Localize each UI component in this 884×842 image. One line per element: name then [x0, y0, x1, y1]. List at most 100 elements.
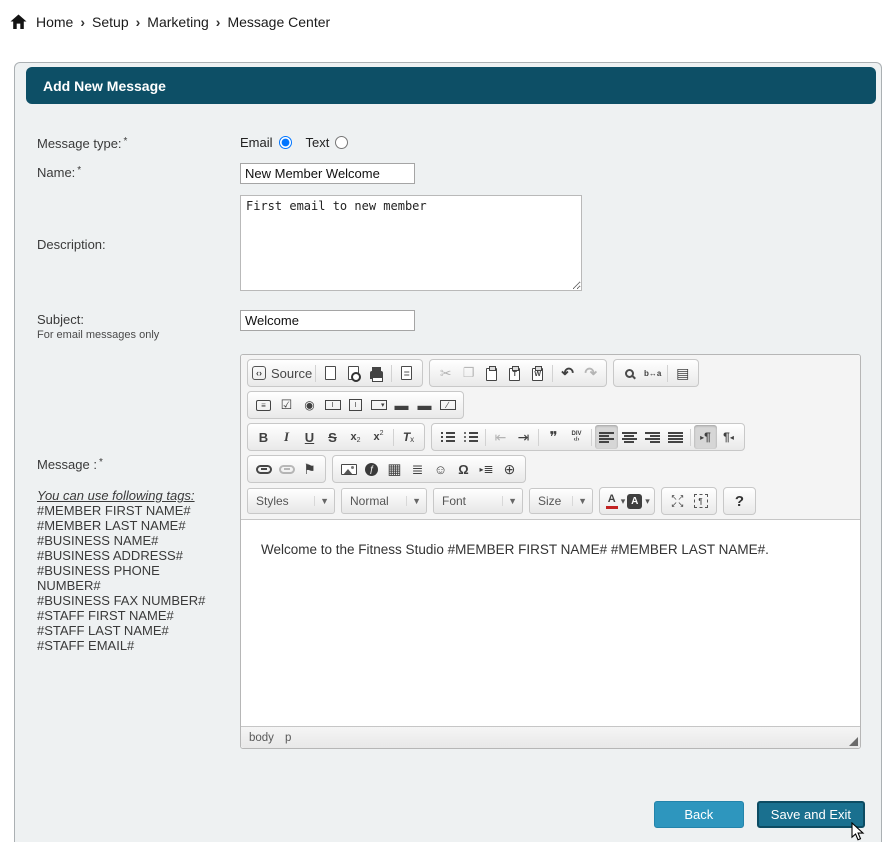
message-type-radio-email[interactable] [279, 136, 292, 149]
flash-icon [365, 463, 378, 476]
toolbar-button-link[interactable] [252, 457, 275, 481]
description-textarea[interactable]: First email to new member [240, 195, 582, 291]
toolbar-button-paste[interactable] [480, 361, 503, 385]
path-item-body[interactable]: body [249, 732, 274, 744]
toolbar-button-align-justify[interactable] [664, 425, 687, 449]
toolbar-button-align-right[interactable] [641, 425, 664, 449]
toolbar-separator [315, 365, 316, 382]
breadcrumb-item-message-center[interactable]: Message Center [227, 14, 330, 30]
message-type-radio-text[interactable] [335, 136, 348, 149]
toolbar-button-bold[interactable] [252, 425, 275, 449]
toolbar-button-image[interactable] [337, 457, 360, 481]
toolbar-group [613, 359, 699, 387]
toolbar-button-about[interactable] [728, 489, 751, 513]
breadcrumb-item-setup[interactable]: Setup [92, 14, 129, 30]
format-dropdown[interactable]: Normal▼ [341, 488, 427, 514]
toolbar-button-bulleted-list[interactable] [459, 425, 482, 449]
toolbar-button-select-all[interactable] [671, 361, 694, 385]
toolbar-button-special-character[interactable] [452, 457, 475, 481]
editor-resize-handle[interactable] [849, 737, 858, 746]
strikethrough-icon [328, 430, 337, 445]
toolbar-button-new-page[interactable] [319, 361, 342, 385]
templates-icon [401, 366, 412, 380]
underline-icon [305, 430, 314, 445]
toolbar-button-text-direction-rtl[interactable] [717, 425, 740, 449]
toolbar-button-image-button[interactable] [413, 393, 436, 417]
italic-icon [284, 429, 289, 445]
editor-toolbar: SourceStyles▼Normal▼Font▼Size▼▾▾ [241, 355, 860, 520]
save-and-exit-button[interactable]: Save and Exit [757, 801, 865, 828]
name-input[interactable] [240, 163, 415, 184]
breadcrumb-separator: › [216, 14, 221, 30]
breadcrumb-item-marketing[interactable]: Marketing [147, 14, 208, 30]
toolbar-button-remove-format[interactable] [397, 425, 420, 449]
subscript-icon [350, 430, 360, 444]
toolbar-button-preview[interactable] [342, 361, 365, 385]
toolbar-button-textarea-field[interactable] [344, 393, 367, 417]
toolbar-button-radio-button[interactable] [298, 393, 321, 417]
editor-paragraph[interactable]: Welcome to the Fitness Studio #MEMBER FI… [261, 542, 840, 557]
back-button[interactable]: Back [654, 801, 744, 828]
toolbar-button-find[interactable] [618, 361, 641, 385]
print-icon [370, 371, 383, 379]
toolbar-button-subscript[interactable] [344, 425, 367, 449]
toolbar-button-text-direction-ltr[interactable] [694, 425, 717, 449]
cut-icon [440, 365, 452, 382]
tags-list: #MEMBER FIRST NAME##MEMBER LAST NAME##BU… [37, 503, 219, 653]
toolbar-button-undo[interactable] [556, 361, 579, 385]
toolbar-button-button-field[interactable] [390, 393, 413, 417]
home-icon[interactable] [10, 14, 27, 30]
source-icon [252, 366, 266, 380]
toolbar-button-superscript[interactable] [367, 425, 390, 449]
toolbar-separator [485, 429, 486, 446]
font-dropdown[interactable]: Font▼ [433, 488, 523, 514]
toolbar-button-flash[interactable] [360, 457, 383, 481]
toolbar-button-align-left[interactable] [595, 425, 618, 449]
chevron-down-icon: ▾ [621, 496, 626, 507]
toolbar-button-italic[interactable] [275, 425, 298, 449]
text-direction-rtl-icon [723, 430, 734, 444]
path-item-p[interactable]: p [285, 732, 291, 744]
toolbar-button-page-break[interactable] [475, 457, 498, 481]
toolbar-button-replace[interactable] [641, 361, 664, 385]
toolbar-button-templates[interactable] [395, 361, 418, 385]
toolbar-button-print[interactable] [365, 361, 388, 385]
chevron-down-icon: ▼ [572, 496, 587, 506]
toolbar-button-hidden-field[interactable] [436, 393, 459, 417]
merge-tag: #MEMBER FIRST NAME# [37, 503, 219, 518]
toolbar-button-text-field[interactable] [321, 393, 344, 417]
breadcrumb-item-home[interactable]: Home [36, 14, 73, 30]
merge-tag: #STAFF FIRST NAME# [37, 608, 219, 623]
editor-content-area[interactable]: Welcome to the Fitness Studio #MEMBER FI… [241, 520, 860, 726]
toolbar-button-align-center[interactable] [618, 425, 641, 449]
toolbar-button-iframe[interactable] [498, 457, 521, 481]
toolbar-button-source[interactable]: Source [252, 361, 312, 385]
toolbar-button-anchor[interactable] [298, 457, 321, 481]
toolbar-button-div-container[interactable] [565, 425, 588, 449]
toolbar-button-blockquote[interactable] [542, 425, 565, 449]
toolbar-button-numbered-list[interactable] [436, 425, 459, 449]
toolbar-button-selection-field[interactable] [367, 393, 390, 417]
toolbar-button-checkbox[interactable] [275, 393, 298, 417]
toolbar-button-paste-text[interactable] [503, 361, 526, 385]
toolbar-button-form[interactable] [252, 393, 275, 417]
toolbar-button-text-color[interactable]: ▾ [604, 489, 627, 513]
size-dropdown[interactable]: Size▼ [529, 488, 593, 514]
toolbar-button-horizontal-rule[interactable] [406, 457, 429, 481]
format-dropdown-label: Normal [350, 494, 389, 508]
styles-dropdown[interactable]: Styles▼ [247, 488, 335, 514]
button-field-icon [395, 397, 409, 413]
toolbar-group [247, 423, 425, 451]
toolbar-button-show-blocks[interactable] [689, 489, 712, 513]
toolbar-button-indent[interactable] [512, 425, 535, 449]
toolbar-button-paste-word[interactable] [526, 361, 549, 385]
toolbar-button-background-color[interactable]: ▾ [627, 489, 650, 513]
toolbar-button-table[interactable] [383, 457, 406, 481]
align-right-icon [645, 432, 660, 443]
toolbar-button-maximize[interactable] [666, 489, 689, 513]
toolbar-button-smiley[interactable] [429, 457, 452, 481]
toolbar-group: Source [247, 359, 423, 387]
toolbar-button-underline[interactable] [298, 425, 321, 449]
subject-input[interactable] [240, 310, 415, 331]
toolbar-button-strikethrough[interactable] [321, 425, 344, 449]
